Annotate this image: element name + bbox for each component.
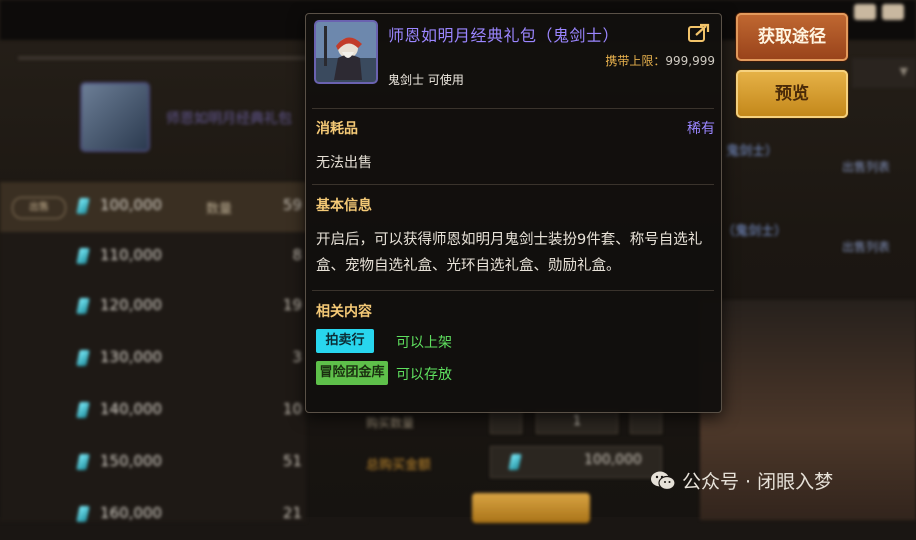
increase-button[interactable] <box>630 410 662 434</box>
price: 140,000 <box>100 400 163 418</box>
list-item[interactable]: 140,000 10 <box>0 386 306 436</box>
carry-limit-label: 携带上限： <box>605 54 666 68</box>
total-label: 总购买金额 <box>366 458 432 473</box>
usable-class: 鬼剑士 可使用 <box>388 73 464 87</box>
qty: 10 <box>282 400 302 418</box>
item-title: 师恩如明月经典礼包（鬼剑士） <box>388 26 620 45</box>
qty: 51 <box>282 452 302 470</box>
sell-list-link[interactable]: 出售列表 <box>842 158 890 175</box>
guild-vault-tag-desc: 可以存放 <box>396 367 452 383</box>
gem-icon <box>76 402 90 418</box>
list-item[interactable]: 110,000 8 <box>0 232 306 282</box>
qty-label: 数量 <box>206 202 233 217</box>
list-item[interactable]: 120,000 19 <box>0 282 306 332</box>
list-item[interactable]: 150,000 51 <box>0 438 306 488</box>
preview-button[interactable]: 预览 <box>736 70 848 118</box>
sell-list-link[interactable]: 出售列表 <box>842 238 890 255</box>
divider <box>312 290 714 291</box>
guild-vault-tag: 冒险团金库 <box>316 361 388 385</box>
related-list: 鬼剑士） 出售列表 （鬼剑士） 出售列表 <box>722 108 916 308</box>
list-item[interactable]: 出售 100,000 数量 59 <box>0 182 306 232</box>
rarity-label: 稀有 <box>687 121 715 137</box>
buy-qty-label: 购买数量 <box>366 416 415 430</box>
top-icons <box>852 0 916 26</box>
gem-icon <box>76 454 90 470</box>
divider <box>312 184 714 185</box>
qty: 3 <box>292 348 302 366</box>
category-label: 消耗品 <box>316 121 358 137</box>
gem-icon <box>76 506 90 522</box>
mail-icon[interactable] <box>882 4 904 20</box>
auction-tag-desc: 可以上架 <box>396 335 452 351</box>
qty: 8 <box>292 246 302 264</box>
get-source-button[interactable]: 获取途径 <box>736 13 848 61</box>
watermark: 公众号 · 闭眼入梦 <box>682 471 834 493</box>
price: 100,000 <box>100 196 163 214</box>
carry-limit-value: 999,999 <box>665 54 715 68</box>
buy-qty-field[interactable]: 1 <box>536 410 618 434</box>
auction-tag: 拍卖行 <box>316 329 374 353</box>
price: 120,000 <box>100 296 163 314</box>
gift-icon[interactable] <box>854 4 876 20</box>
list-item[interactable]: 160,000 21 <box>0 490 306 540</box>
related-heading: 相关内容 <box>316 304 372 320</box>
sell-status: 无法出售 <box>316 155 372 171</box>
wechat-icon <box>650 470 676 492</box>
carry-limit: 携带上限：999,999 <box>605 52 715 69</box>
price: 130,000 <box>100 348 163 366</box>
gem-icon <box>76 350 90 366</box>
gem-icon <box>76 298 90 314</box>
divider <box>312 108 714 109</box>
total-value: 100,000 <box>584 452 642 468</box>
related-item-label: （鬼剑士） <box>722 224 788 239</box>
related-item-label: 鬼剑士） <box>726 144 779 159</box>
item-tooltip: 师恩如明月经典礼包（鬼剑士） 携带上限：999,999 鬼剑士 可使用 消耗品 … <box>305 13 722 413</box>
qty: 59 <box>282 196 302 214</box>
share-icon[interactable] <box>688 23 710 43</box>
price: 150,000 <box>100 452 163 470</box>
basic-info-heading: 基本信息 <box>316 198 372 214</box>
qty: 19 <box>282 296 302 314</box>
decrease-button[interactable] <box>490 410 522 434</box>
price: 110,000 <box>100 246 163 264</box>
qty: 21 <box>282 504 302 522</box>
price: 160,000 <box>100 504 163 522</box>
list-item[interactable]: 130,000 3 <box>0 334 306 384</box>
buy-button[interactable] <box>472 493 590 523</box>
gem-icon <box>76 198 90 214</box>
item-title-background: 师恩如明月经典礼包 <box>166 111 292 127</box>
price-list: 出售 100,000 数量 59 110,000 8 120,000 19 13… <box>0 182 306 522</box>
gem-icon <box>76 248 90 264</box>
divider <box>18 56 308 60</box>
item-icon <box>316 22 376 82</box>
item-icon-background <box>82 84 148 150</box>
sell-tag: 出售 <box>12 197 66 219</box>
filter-dropdown[interactable] <box>852 58 916 88</box>
item-description: 开启后，可以获得师恩如明月鬼剑士装扮9件套、称号自选礼盒、宠物自选礼盒、光环自选… <box>316 232 703 274</box>
